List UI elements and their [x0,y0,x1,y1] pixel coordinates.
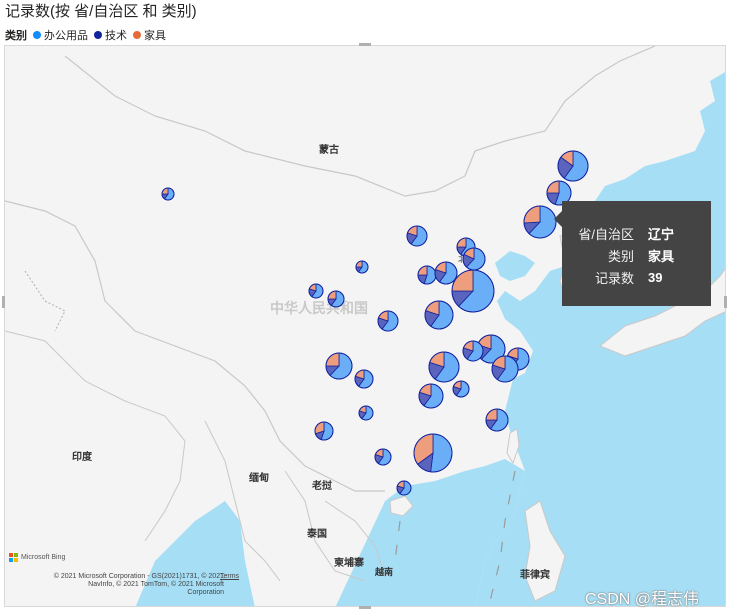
pie-marker[interactable] [406,225,428,247]
pie-marker[interactable] [418,383,444,409]
resize-handle-top[interactable] [359,43,371,46]
pie-marker[interactable] [374,448,392,466]
resize-handle-right[interactable] [724,296,727,308]
attribution-line-1: © 2021 Microsoft Corporation - GS(2021)1… [53,573,224,580]
attribution-line-3: Corporation [187,589,224,596]
map-label-laos: 老挝 [311,479,333,492]
map-canvas[interactable]: 蒙古中华人民共和国北京印度缅甸老挝泰国柬埔寨越南菲律宾日本韩 [5,46,726,607]
map-label-china: 中华人民共和国 [270,300,368,317]
pie-marker[interactable] [462,340,484,362]
pie-marker[interactable] [428,351,460,383]
tooltip-value: 家具 [648,248,675,264]
tooltip-key: 类别 [607,248,634,264]
tooltip-value: 39 [648,269,663,285]
watermark: CSDN @程志伟 [585,591,700,608]
legend-item-furniture[interactable]: 家具 [133,27,166,43]
map-label-india: 印度 [72,450,93,463]
tooltip-row-province: 省/自治区 辽宁 [562,222,711,244]
map-label-vietnam: 越南 [374,566,393,578]
pie-marker[interactable] [358,405,374,421]
pie-marker[interactable] [355,260,369,274]
bing-label: Microsoft Bing [21,554,66,561]
pie-marker[interactable] [434,261,458,285]
map-label-myanmar: 缅甸 [249,471,269,484]
legend-item-tech[interactable]: 技术 [94,27,127,43]
tooltip: 省/自治区 辽宁 类别 家具 记录数 39 [554,201,711,306]
tooltip-key: 省/自治区 [578,226,634,242]
map-label-thailand: 泰国 [306,527,327,540]
resize-handle-left[interactable] [2,296,5,308]
legend: 类别 办公用品 技术 家具 [5,27,168,43]
pie-marker[interactable] [161,187,175,201]
tooltip-key: 记录数 [594,270,634,286]
chart-title: 记录数(按 省/自治区 和 类别) [5,3,197,20]
tooltip-arrow [554,211,562,227]
legend-title: 类别 [5,30,27,42]
legend-label-furniture: 家具 [144,30,166,42]
attribution-line-2: NavInfo, © 2021 TomTom, © 2021 Microsoft [88,581,224,588]
legend-dot-office [33,31,41,39]
pie-marker[interactable] [354,369,374,389]
legend-dot-tech [94,31,102,39]
microsoft-logo-icon [9,553,18,562]
pie-marker[interactable] [523,205,557,239]
map-label-cambodia: 柬埔寨 [333,556,364,569]
map-attribution: © 2021 Microsoft Corporation - GS(2021)1… [14,573,239,597]
pie-marker[interactable] [314,421,334,441]
legend-item-office[interactable]: 办公用品 [33,27,88,43]
map-visual[interactable]: 蒙古中华人民共和国北京印度缅甸老挝泰国柬埔寨越南菲律宾日本韩 [4,45,726,607]
pie-marker[interactable] [327,290,345,308]
tooltip-value: 辽宁 [648,226,675,242]
pie-marker[interactable] [308,283,324,299]
pie-marker[interactable] [417,265,437,285]
pie-marker[interactable] [557,150,589,182]
pie-marker[interactable] [413,433,453,473]
pie-marker[interactable] [377,310,399,332]
pie-marker[interactable] [462,247,486,271]
map-label-mongolia: 蒙古 [319,143,339,156]
legend-label-office: 办公用品 [44,30,88,42]
pie-marker[interactable] [485,408,509,432]
pie-marker[interactable] [451,269,495,313]
pie-marker[interactable] [396,480,412,496]
tooltip-row-count: 记录数 39 [562,266,711,288]
pie-marker[interactable] [424,300,454,330]
resize-handle-bottom[interactable] [359,606,371,609]
legend-label-tech: 技术 [105,30,127,42]
tooltip-row-category: 类别 家具 [562,244,711,266]
pie-marker[interactable] [325,352,353,380]
legend-dot-furniture [133,31,141,39]
bing-logo: Microsoft Bing [9,553,65,562]
pie-marker[interactable] [491,355,519,383]
map-label-philippines: 菲律宾 [520,568,550,581]
terms-link[interactable]: Terms [220,573,239,581]
pie-marker[interactable] [452,380,470,398]
